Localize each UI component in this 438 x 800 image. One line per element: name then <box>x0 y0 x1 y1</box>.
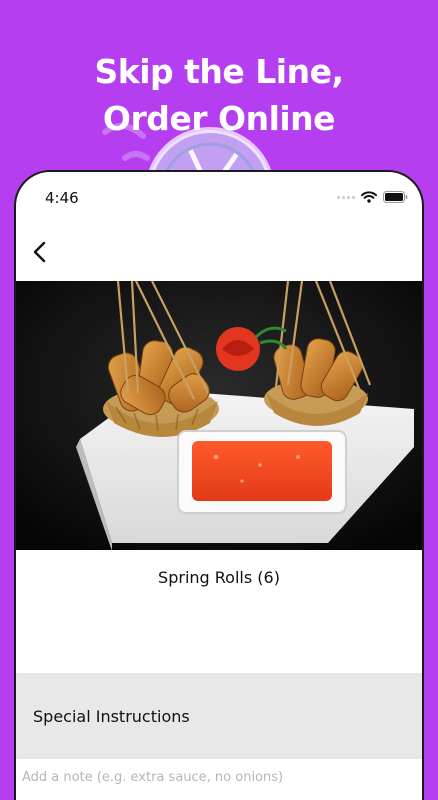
special-instructions-title: Special Instructions <box>33 707 190 726</box>
chevron-left-icon <box>33 241 46 263</box>
back-button[interactable] <box>22 233 56 271</box>
status-icons <box>337 191 408 203</box>
wifi-icon <box>361 191 377 203</box>
product-name: Spring Rolls (6) <box>158 568 280 587</box>
navigation-bar <box>16 227 422 277</box>
signal-icon <box>337 195 355 199</box>
battery-icon <box>383 191 408 203</box>
status-bar: 4:46 <box>16 172 422 222</box>
special-instructions-input[interactable] <box>16 764 422 790</box>
promo-headline-line-1: Skip the Line, <box>94 52 344 91</box>
product-image <box>16 281 422 550</box>
phone-frame: 4:46 Spring Rolls (6) Special Instructio… <box>16 172 422 800</box>
status-time: 4:46 <box>45 189 79 207</box>
special-instructions-section: Special Instructions <box>16 673 422 759</box>
